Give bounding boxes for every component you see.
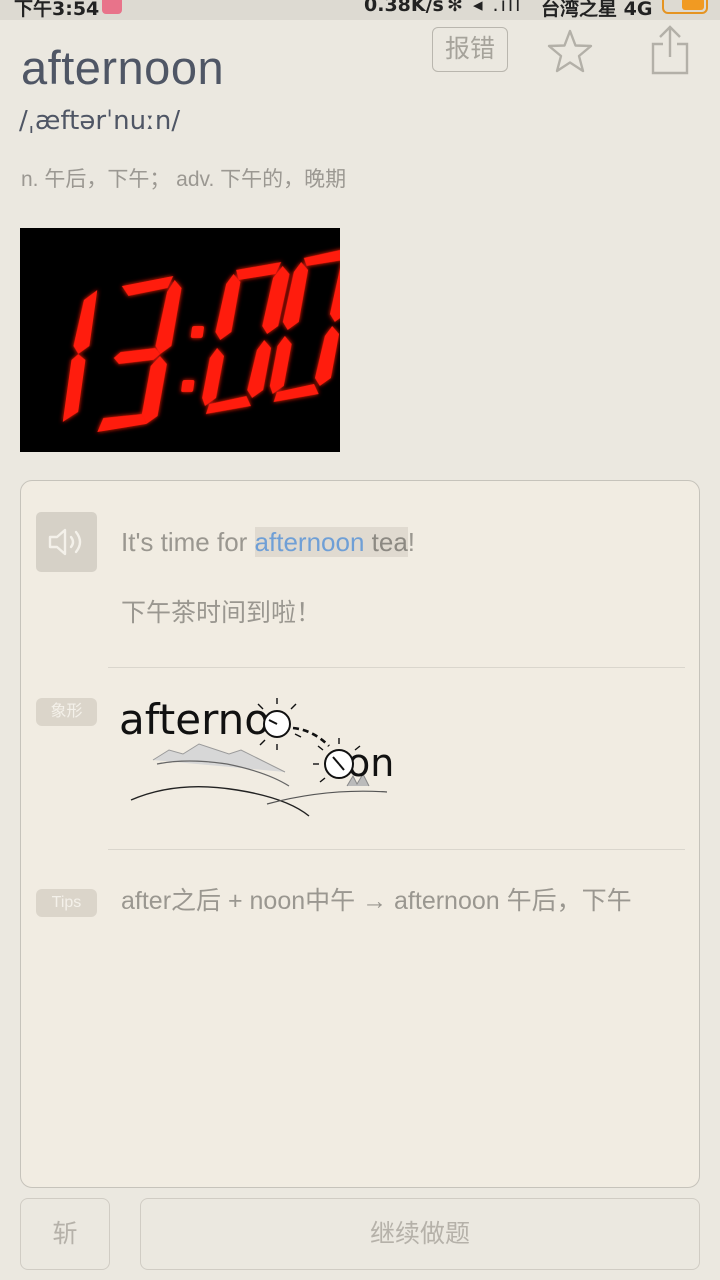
favorite-button[interactable] xyxy=(546,28,594,74)
sentence-highlight: afternoon tea xyxy=(254,527,408,557)
status-time: 下午3:54 xyxy=(14,0,100,20)
battery-icon xyxy=(662,0,708,14)
status-bar: 下午3:54 0.38K/s ✻ ◂ .ıll 台湾之星 4G xyxy=(0,0,720,20)
play-sound-button[interactable] xyxy=(36,512,97,572)
divider xyxy=(108,667,685,668)
continue-button[interactable]: 继续做题 xyxy=(140,1198,700,1270)
share-icon xyxy=(651,25,689,75)
network-speed: 0.38K/s xyxy=(364,0,444,16)
star-icon xyxy=(547,29,593,73)
clock-image xyxy=(20,228,358,452)
definition: n. 午后，下午； adv. 下午的，晚期 xyxy=(21,168,347,191)
tips-tag: Tips xyxy=(36,889,97,917)
pictograph-image: afterno on xyxy=(117,694,394,824)
speaker-icon xyxy=(48,528,82,556)
signal-icon: ✻ ◂ .ıll xyxy=(447,0,523,16)
pictograph-tag: 象形 xyxy=(36,698,97,726)
chop-button[interactable]: 斩 xyxy=(20,1198,110,1270)
example-sentence: It's time for afternoon tea! xyxy=(121,527,415,558)
sentence-suffix: ! xyxy=(407,527,416,557)
pictograph-text-1: afterno xyxy=(119,695,270,744)
tips-text: after之后 + noon中午 → afternoon 午后，下午 xyxy=(121,887,632,915)
sentence-keyword: afternoon xyxy=(254,527,365,557)
carrier-name: 台湾之星 4G xyxy=(541,0,653,20)
notification-icon xyxy=(102,0,122,14)
headword: afternoon xyxy=(21,41,225,94)
example-translation: 下午茶时间到啦！ xyxy=(121,599,322,627)
detail-card: It's time for afternoon tea! 下午茶时间到啦！ 象形… xyxy=(20,480,700,1188)
divider xyxy=(108,849,685,850)
phonetic: /ˌæftərˈnuːn/ xyxy=(19,106,181,136)
report-error-button[interactable]: 报错 xyxy=(432,27,508,72)
sentence-rest: tea xyxy=(364,527,408,557)
share-button[interactable] xyxy=(646,24,694,76)
sentence-prefix: It's time for xyxy=(121,527,255,557)
